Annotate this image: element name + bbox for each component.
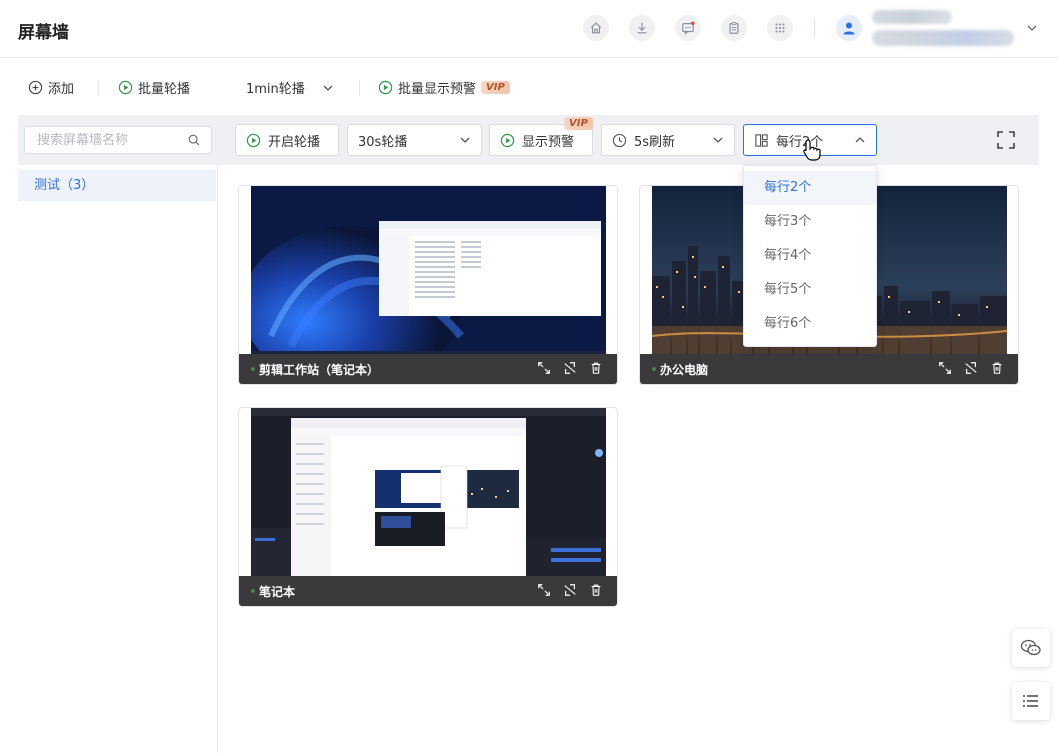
per-row-option[interactable]: 每行2个 — [744, 171, 876, 205]
batch-toolbar: 添加 批量轮播 1min轮播 批量显示预警 VIP — [0, 72, 1058, 102]
play-circle-icon — [378, 80, 393, 95]
play-circle-icon — [500, 133, 515, 147]
clock-icon — [612, 133, 627, 147]
toolbar-divider — [359, 80, 360, 96]
search-box — [24, 126, 212, 154]
screen-card[interactable]: 笔记本 — [238, 407, 618, 607]
search-icon[interactable] — [187, 133, 201, 147]
delete-icon[interactable] — [589, 583, 603, 597]
chevron-down-icon — [323, 85, 333, 91]
wechat-icon — [1020, 639, 1041, 656]
remote-control-icon[interactable] — [563, 361, 577, 375]
card-actions — [537, 583, 603, 597]
list-icon — [1023, 695, 1038, 707]
batch-alert-button[interactable]: 批量显示预警 VIP — [378, 78, 510, 97]
apps-icon[interactable] — [767, 15, 793, 41]
add-button[interactable]: 添加 — [28, 78, 74, 97]
start-rotate-button[interactable]: 开启轮播 — [235, 124, 339, 156]
per-row-dropdown: 每行2个 每行3个 每行4个 每行5个 每行6个 — [743, 165, 877, 347]
refresh-select[interactable]: 5s刷新 — [601, 124, 735, 156]
rotate-interval-select[interactable]: 1min轮播 — [246, 78, 334, 97]
per-row-option[interactable]: 每行6个 — [744, 307, 876, 341]
home-icon[interactable] — [583, 15, 609, 41]
per-row-option[interactable]: 每行5个 — [744, 273, 876, 307]
toolbar-divider — [98, 80, 99, 96]
fullscreen-icon[interactable] — [996, 130, 1016, 150]
per-row-option[interactable]: 每行4个 — [744, 239, 876, 273]
screen-preview — [251, 408, 606, 578]
layout-grid-icon — [755, 133, 768, 147]
card-actions — [938, 361, 1004, 375]
screen-card-footer: 剪辑工作站（笔记本） — [239, 354, 617, 384]
remote-control-icon[interactable] — [563, 583, 577, 597]
card-actions — [537, 361, 603, 375]
message-icon[interactable] — [675, 15, 701, 41]
play-circle-icon — [118, 80, 133, 95]
screen-name: 办公电脑 — [660, 362, 709, 377]
plus-circle-icon — [28, 80, 43, 95]
account-name-redacted — [872, 10, 952, 24]
screen-card[interactable]: 剪辑工作站（笔记本） — [238, 185, 618, 385]
screen-card-footer: 办公电脑 — [640, 354, 1018, 384]
hand-cursor-icon — [803, 139, 821, 161]
batch-alert-label: 批量显示预警 — [398, 82, 477, 97]
chevron-down-icon[interactable] — [1026, 22, 1038, 34]
header-divider — [814, 20, 815, 36]
delete-icon[interactable] — [589, 361, 603, 375]
clipboard-icon[interactable] — [721, 15, 747, 41]
expand-icon[interactable] — [537, 583, 551, 597]
download-icon[interactable] — [629, 15, 655, 41]
chevron-up-icon — [855, 137, 865, 143]
sidebar-item-test[interactable]: 测试（3） — [18, 170, 216, 201]
page-title: 屏幕墙 — [18, 23, 69, 43]
expand-icon[interactable] — [938, 361, 952, 375]
batch-rotate-button[interactable]: 批量轮播 — [118, 78, 190, 97]
status-dot — [251, 367, 255, 371]
play-circle-icon — [246, 133, 261, 147]
start-rotate-label: 开启轮播 — [268, 134, 321, 150]
per-row-option[interactable]: 每行3个 — [744, 205, 876, 239]
screen-preview — [251, 186, 606, 356]
screen-card-footer: 笔记本 — [239, 576, 617, 606]
add-label: 添加 — [48, 82, 75, 97]
chevron-down-icon — [460, 137, 470, 143]
wechat-contact-button[interactable] — [1012, 629, 1050, 667]
account-email-redacted — [872, 30, 1014, 46]
batch-rotate-label: 批量轮播 — [138, 82, 191, 97]
remote-control-icon[interactable] — [964, 361, 978, 375]
show-alert-label: 显示预警 — [522, 134, 575, 150]
menu-list-button[interactable] — [1012, 682, 1050, 720]
chevron-down-icon — [713, 137, 723, 143]
status-dot — [251, 589, 255, 593]
top-header: 屏幕墙 — [0, 0, 1058, 58]
expand-icon[interactable] — [537, 361, 551, 375]
rotate-select-value: 30s轮播 — [358, 134, 408, 150]
screen-name: 笔记本 — [259, 584, 296, 599]
rotate-interval-value: 1min轮播 — [246, 82, 305, 97]
search-input[interactable] — [25, 127, 175, 153]
delete-icon[interactable] — [990, 361, 1004, 375]
status-dot — [652, 367, 656, 371]
screen-name: 剪辑工作站（笔记本） — [259, 362, 380, 377]
wall-list-sidebar: 测试（3） — [18, 165, 218, 753]
vip-badge: VIP — [564, 117, 593, 130]
vip-badge: VIP — [481, 81, 510, 94]
rotate-select[interactable]: 30s轮播 — [347, 124, 482, 156]
refresh-select-value: 5s刷新 — [634, 134, 676, 150]
user-avatar-icon[interactable] — [836, 15, 862, 41]
